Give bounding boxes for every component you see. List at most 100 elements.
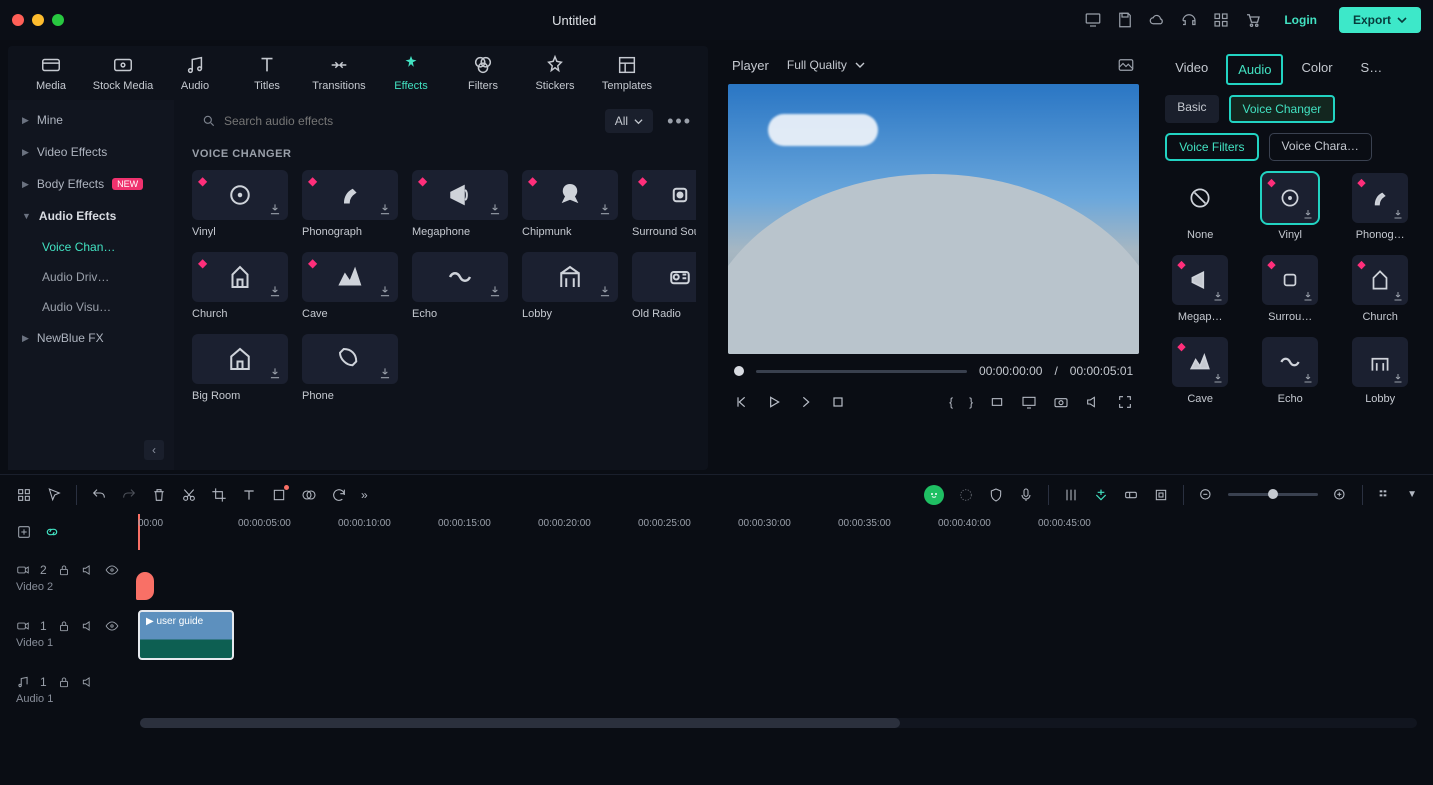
- download-icon[interactable]: [488, 284, 502, 298]
- download-icon[interactable]: [1212, 290, 1224, 302]
- timeline-scrollbar[interactable]: [140, 718, 1417, 728]
- sidebar-sub-item[interactable]: Voice Chan…: [8, 232, 174, 262]
- tab-media[interactable]: Media: [18, 54, 84, 92]
- rotate-icon[interactable]: [331, 487, 347, 503]
- apps-icon[interactable]: [1212, 11, 1230, 29]
- tab-transitions[interactable]: Transitions: [306, 54, 372, 92]
- preset-item[interactable]: ◆Cave: [1165, 337, 1235, 405]
- sidebar-sub-item[interactable]: Audio Visu…: [8, 292, 174, 322]
- inspector-tab[interactable]: Color: [1291, 54, 1342, 85]
- stop-button[interactable]: [830, 394, 846, 410]
- effect-card[interactable]: Echo: [412, 252, 508, 320]
- mute-icon[interactable]: [81, 563, 95, 577]
- download-icon[interactable]: [1392, 372, 1404, 384]
- link-icon[interactable]: [1123, 487, 1139, 503]
- download-icon[interactable]: [268, 202, 282, 216]
- preset-item[interactable]: ◆Megap…: [1165, 255, 1235, 323]
- inspector-tab[interactable]: Video: [1165, 54, 1218, 85]
- tab-stickers[interactable]: Stickers: [522, 54, 588, 92]
- preset-item[interactable]: ◆Surrou…: [1255, 255, 1325, 323]
- effect-card[interactable]: ◆Chipmunk: [522, 170, 618, 238]
- globe-icon[interactable]: [958, 487, 974, 503]
- close-window[interactable]: [12, 14, 24, 26]
- magnet-icon[interactable]: [1093, 487, 1109, 503]
- sidebar-item-mine[interactable]: ▶Mine: [8, 104, 174, 136]
- eye-icon[interactable]: [105, 619, 119, 633]
- undo-icon[interactable]: [91, 487, 107, 503]
- tab-titles[interactable]: Titles: [234, 54, 300, 92]
- search-input[interactable]: [224, 114, 585, 128]
- preset-item[interactable]: Lobby: [1345, 337, 1415, 405]
- text-icon[interactable]: [241, 487, 257, 503]
- cloud-icon[interactable]: [1148, 11, 1166, 29]
- tab-templates[interactable]: Templates: [594, 54, 660, 92]
- volume-icon[interactable]: [1085, 394, 1101, 410]
- cart-icon[interactable]: [1244, 11, 1262, 29]
- zoom-out-icon[interactable]: [1198, 487, 1214, 503]
- grid-icon[interactable]: [16, 487, 32, 503]
- track-body[interactable]: ▶ user guide: [130, 606, 1433, 662]
- filter-all-dropdown[interactable]: All: [605, 109, 653, 133]
- download-icon[interactable]: [1302, 372, 1314, 384]
- effect-card[interactable]: ◆Vinyl: [192, 170, 288, 238]
- link-track-icon[interactable]: [44, 524, 60, 540]
- headset-icon[interactable]: [1180, 11, 1198, 29]
- play-button[interactable]: [766, 394, 782, 410]
- download-icon[interactable]: [1212, 372, 1224, 384]
- download-icon[interactable]: [1392, 290, 1404, 302]
- crop-icon[interactable]: [211, 487, 227, 503]
- download-icon[interactable]: [598, 284, 612, 298]
- inspector-tab[interactable]: Audio: [1226, 54, 1283, 85]
- more-tools-icon[interactable]: »: [361, 488, 368, 502]
- zoom-in-icon[interactable]: [1332, 487, 1348, 503]
- effect-card[interactable]: Lobby: [522, 252, 618, 320]
- download-icon[interactable]: [488, 202, 502, 216]
- timeline-clip[interactable]: ▶ user guide: [138, 610, 234, 660]
- effect-card[interactable]: ◆Cave: [302, 252, 398, 320]
- next-frame-button[interactable]: [798, 394, 814, 410]
- download-icon[interactable]: [1302, 290, 1314, 302]
- effect-card[interactable]: Old Radio: [632, 252, 696, 320]
- pointer-icon[interactable]: [46, 487, 62, 503]
- download-icon[interactable]: [268, 366, 282, 380]
- ratio-icon[interactable]: [989, 394, 1005, 410]
- preset-item[interactable]: ◆Vinyl: [1255, 173, 1325, 241]
- download-icon[interactable]: [1302, 208, 1314, 220]
- prev-frame-button[interactable]: [734, 394, 750, 410]
- inspector-pill[interactable]: Voice Chara…: [1269, 133, 1372, 161]
- effect-card[interactable]: ◆Surround Sound: [632, 170, 696, 238]
- tab-audio[interactable]: Audio: [162, 54, 228, 92]
- sidebar-collapse-button[interactable]: ‹: [144, 440, 164, 460]
- preset-item[interactable]: ◆Church: [1345, 255, 1415, 323]
- inspector-tab[interactable]: S…: [1351, 54, 1393, 85]
- inspector-subtab[interactable]: Voice Changer: [1229, 95, 1336, 123]
- eye-icon[interactable]: [105, 563, 119, 577]
- redo-icon[interactable]: [121, 487, 137, 503]
- mask-icon[interactable]: [301, 487, 317, 503]
- preset-item[interactable]: None: [1165, 173, 1235, 241]
- desktop-icon[interactable]: [1084, 11, 1102, 29]
- download-icon[interactable]: [598, 202, 612, 216]
- mixer-icon[interactable]: [1063, 487, 1079, 503]
- effect-card[interactable]: ◆Church: [192, 252, 288, 320]
- sidebar-sub-item[interactable]: Audio Driv…: [8, 262, 174, 292]
- lock-icon[interactable]: [57, 619, 71, 633]
- preset-item[interactable]: Echo: [1255, 337, 1325, 405]
- layout-icon[interactable]: [1377, 487, 1393, 503]
- more-button[interactable]: •••: [663, 111, 696, 132]
- track-body[interactable]: [130, 662, 1433, 718]
- tab-stock[interactable]: Stock Media: [90, 54, 156, 92]
- inspector-pill[interactable]: Voice Filters: [1165, 133, 1258, 161]
- download-icon[interactable]: [378, 284, 392, 298]
- mark-in-button[interactable]: {: [949, 395, 953, 409]
- export-button[interactable]: Export: [1339, 7, 1421, 33]
- effect-card[interactable]: ◆Phonograph: [302, 170, 398, 238]
- timeline-ruler[interactable]: 00:0000:00:05:0000:00:10:0000:00:15:0000…: [130, 514, 1433, 550]
- zoom-slider[interactable]: [1228, 493, 1318, 496]
- download-icon[interactable]: [268, 284, 282, 298]
- mute-icon[interactable]: [81, 675, 95, 689]
- maximize-window[interactable]: [52, 14, 64, 26]
- snapshot-icon[interactable]: [1117, 56, 1135, 74]
- lock-icon[interactable]: [57, 563, 71, 577]
- track-body[interactable]: [130, 550, 1433, 606]
